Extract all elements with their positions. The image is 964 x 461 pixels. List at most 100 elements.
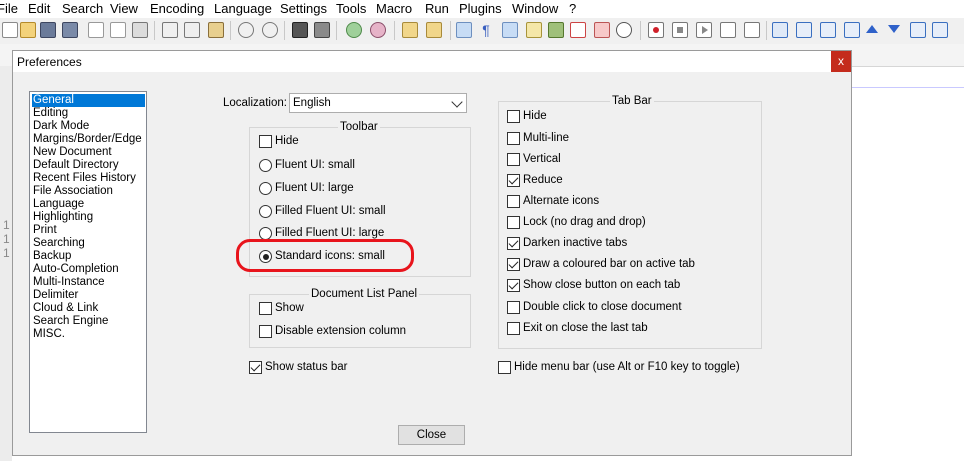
show-status-bar-checkbox[interactable] <box>249 361 262 374</box>
checkbox[interactable] <box>507 258 520 271</box>
menu-window[interactable]: Window <box>512 1 558 16</box>
run-macro-multiple-icon[interactable] <box>720 22 736 38</box>
radio-button[interactable] <box>259 159 272 172</box>
doclist-show-checkbox[interactable] <box>259 302 272 315</box>
zoom-in-icon[interactable] <box>346 22 362 38</box>
category-item-recent-files[interactable]: Recent Files History <box>32 172 145 185</box>
category-item-new-document[interactable]: New Document <box>32 146 145 159</box>
folder-workspace-icon[interactable] <box>570 22 586 38</box>
show-all-chars-icon[interactable]: ¶ <box>478 22 494 38</box>
paste-icon[interactable] <box>208 22 224 38</box>
toolbar-hide-label: Hide <box>275 135 299 147</box>
word-wrap-icon[interactable] <box>456 22 472 38</box>
sync-vertical-icon[interactable] <box>402 22 418 38</box>
menu-search[interactable]: Search <box>62 1 103 16</box>
monitoring-icon[interactable] <box>616 22 632 38</box>
category-item-highlighting[interactable]: Highlighting <box>32 211 145 224</box>
category-item-general[interactable]: General <box>32 94 145 107</box>
checkbox[interactable] <box>507 216 520 229</box>
toolbar-extra-7-icon[interactable] <box>910 22 926 38</box>
doc-map-icon[interactable] <box>526 22 542 38</box>
checkbox[interactable] <box>507 279 520 292</box>
toolbar-hide-checkbox[interactable] <box>259 135 272 148</box>
close-icon[interactable] <box>88 22 104 38</box>
category-item-backup[interactable]: Backup <box>32 250 145 263</box>
category-item-editing[interactable]: Editing <box>32 107 145 120</box>
doclist-disable-ext-checkbox[interactable] <box>259 325 272 338</box>
sync-horizontal-icon[interactable] <box>426 22 442 38</box>
toolbar-extra-8-icon[interactable] <box>932 22 948 38</box>
radio-button[interactable] <box>259 205 272 218</box>
toolbar-separator <box>336 21 337 40</box>
category-item-print[interactable]: Print <box>32 224 145 237</box>
replace-icon[interactable] <box>314 22 330 38</box>
save-icon[interactable] <box>40 22 56 38</box>
zoom-out-icon[interactable] <box>370 22 386 38</box>
toolbar-extra-2-icon[interactable] <box>796 22 812 38</box>
category-item-cloud-link[interactable]: Cloud & Link <box>32 302 145 315</box>
close-button[interactable]: Close <box>398 425 465 445</box>
play-macro-icon[interactable] <box>696 22 712 38</box>
dialog-titlebar[interactable]: Preferences x <box>13 51 851 72</box>
menu-macro[interactable]: Macro <box>376 1 412 16</box>
close-all-icon[interactable] <box>110 22 126 38</box>
menu-settings[interactable]: Settings <box>280 1 327 16</box>
doclist-show-label: Show <box>275 302 304 314</box>
menu-edit[interactable]: Edit <box>28 1 50 16</box>
radio-button[interactable] <box>259 182 272 195</box>
menu-file[interactable]: File <box>0 1 18 16</box>
function-list-icon[interactable] <box>548 22 564 38</box>
category-item-auto-completion[interactable]: Auto-Completion <box>32 263 145 276</box>
checkbox[interactable] <box>507 110 520 123</box>
category-item-dark-mode[interactable]: Dark Mode <box>32 120 145 133</box>
copy-icon[interactable] <box>184 22 200 38</box>
menu-plugins[interactable]: Plugins <box>459 1 502 16</box>
category-item-search-engine[interactable]: Search Engine <box>32 315 145 328</box>
redo-icon[interactable] <box>262 22 278 38</box>
find-icon[interactable] <box>292 22 308 38</box>
save-all-icon[interactable] <box>62 22 78 38</box>
checkbox[interactable] <box>507 322 520 335</box>
menu-encoding[interactable]: Encoding <box>150 1 204 16</box>
toolbar-extra-6-icon[interactable] <box>888 25 900 33</box>
checkbox[interactable] <box>507 195 520 208</box>
checkbox[interactable] <box>507 153 520 166</box>
hide-menu-bar-checkbox[interactable] <box>498 361 511 374</box>
menu-tools[interactable]: Tools <box>336 1 366 16</box>
category-list[interactable]: General Editing Dark Mode Margins/Border… <box>29 91 147 433</box>
toolbar-extra-3-icon[interactable] <box>820 22 836 38</box>
checkbox[interactable] <box>507 301 520 314</box>
category-item-margins[interactable]: Margins/Border/Edge <box>32 133 145 146</box>
category-item-misc[interactable]: MISC. <box>32 328 145 341</box>
dialog-close-x-button[interactable]: x <box>831 51 851 72</box>
category-item-searching[interactable]: Searching <box>32 237 145 250</box>
category-item-language[interactable]: Language <box>32 198 145 211</box>
checkbox[interactable] <box>507 174 520 187</box>
doc-list-icon[interactable] <box>594 22 610 38</box>
indent-guide-icon[interactable] <box>502 22 518 38</box>
category-item-file-association[interactable]: File Association <box>32 185 145 198</box>
checkbox[interactable] <box>507 237 520 250</box>
stop-macro-icon[interactable] <box>672 22 688 38</box>
cut-icon[interactable] <box>162 22 178 38</box>
new-file-icon[interactable] <box>2 22 18 38</box>
save-macro-icon[interactable] <box>744 22 760 38</box>
category-item-default-directory[interactable]: Default Directory <box>32 159 145 172</box>
toolbar-extra-4-icon[interactable] <box>844 22 860 38</box>
dialog-title: Preferences <box>17 55 82 69</box>
undo-icon[interactable] <box>238 22 254 38</box>
menu-language[interactable]: Language <box>214 1 272 16</box>
print-icon[interactable] <box>132 22 148 38</box>
localization-select[interactable]: English <box>289 93 467 113</box>
menu-run[interactable]: Run <box>425 1 449 16</box>
menu-help[interactable]: ? <box>569 1 576 16</box>
menu-bar: File Edit Search View Encoding Language … <box>0 0 964 18</box>
category-item-delimiter[interactable]: Delimiter <box>32 289 145 302</box>
checkbox[interactable] <box>507 132 520 145</box>
record-macro-icon[interactable] <box>648 22 664 38</box>
open-file-icon[interactable] <box>20 22 36 38</box>
toolbar-extra-1-icon[interactable] <box>772 22 788 38</box>
menu-view[interactable]: View <box>110 1 138 16</box>
category-item-multi-instance[interactable]: Multi-Instance <box>32 276 145 289</box>
toolbar-extra-5-icon[interactable] <box>866 25 878 33</box>
